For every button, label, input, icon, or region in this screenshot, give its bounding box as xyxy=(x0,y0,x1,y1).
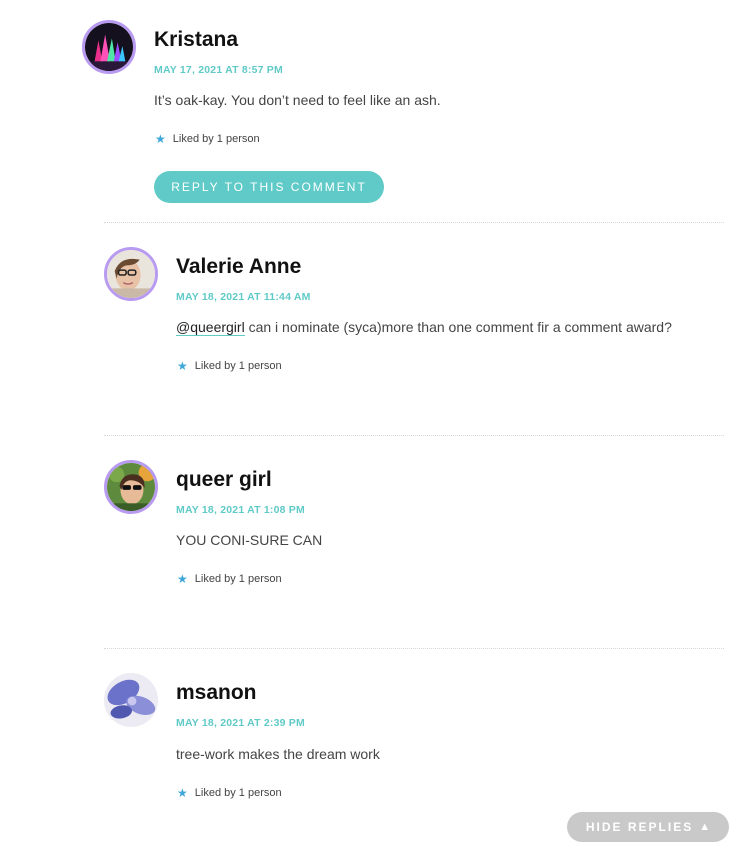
comment-kristana: Kristana MAY 17, 2021 AT 8:57 PM It’s oa… xyxy=(0,0,745,210)
divider xyxy=(104,435,724,436)
avatar[interactable] xyxy=(104,673,158,727)
hide-replies-button[interactable]: HIDE REPLIES ▲ xyxy=(567,812,729,842)
likes-text[interactable]: Liked by 1 person xyxy=(173,133,260,145)
comment-text: YOU CONI-SURE CAN xyxy=(176,532,323,548)
comment-author[interactable]: Valerie Anne xyxy=(176,255,301,279)
comment-text: tree-work makes the dream work xyxy=(176,746,380,762)
comment-text-line: @queergirl can i nominate (syca)more tha… xyxy=(176,319,672,336)
comment-date-link[interactable]: MAY 17, 2021 AT 8:57 PM xyxy=(154,64,283,76)
likes-line: ★ Liked by 1 person xyxy=(177,360,282,372)
comment-date-link[interactable]: MAY 18, 2021 AT 2:39 PM xyxy=(176,717,305,729)
comment-author[interactable]: msanon xyxy=(176,681,257,705)
comment-date-link[interactable]: MAY 18, 2021 AT 1:08 PM xyxy=(176,504,305,516)
person-sunglasses-avatar-icon xyxy=(107,463,155,511)
likes-text[interactable]: Liked by 1 person xyxy=(195,787,282,799)
comment-author[interactable]: Kristana xyxy=(154,28,238,52)
triangle-up-icon: ▲ xyxy=(699,821,711,833)
comment-text: It’s oak-kay. You don’t need to feel lik… xyxy=(154,92,441,108)
mention-link[interactable]: @queergirl xyxy=(176,319,245,336)
star-icon: ★ xyxy=(177,786,188,800)
reply-to-comment-button[interactable]: REPLY TO THIS COMMENT xyxy=(154,171,384,203)
blue-flower-avatar-icon xyxy=(104,673,158,727)
likes-line: ★ Liked by 1 person xyxy=(177,787,282,799)
likes-text[interactable]: Liked by 1 person xyxy=(195,360,282,372)
comment-thread: Kristana MAY 17, 2021 AT 8:57 PM It’s oa… xyxy=(0,0,745,856)
divider xyxy=(104,222,724,223)
avatar[interactable] xyxy=(104,247,158,301)
comment-author[interactable]: queer girl xyxy=(176,468,272,492)
comment-date-link[interactable]: MAY 18, 2021 AT 11:44 AM xyxy=(176,291,311,303)
star-icon: ★ xyxy=(155,132,166,146)
person-glasses-avatar-icon xyxy=(107,250,155,298)
star-icon: ★ xyxy=(177,359,188,373)
comment-text: can i nominate (syca)more than one comme… xyxy=(244,319,672,335)
avatar[interactable] xyxy=(104,460,158,514)
divider xyxy=(104,648,724,649)
likes-text[interactable]: Liked by 1 person xyxy=(195,573,282,585)
crystals-avatar-icon xyxy=(85,23,133,71)
likes-line: ★ Liked by 1 person xyxy=(155,133,260,145)
likes-line: ★ Liked by 1 person xyxy=(177,573,282,585)
star-icon: ★ xyxy=(177,572,188,586)
hide-replies-label: HIDE REPLIES xyxy=(585,820,694,834)
avatar[interactable] xyxy=(82,20,136,74)
